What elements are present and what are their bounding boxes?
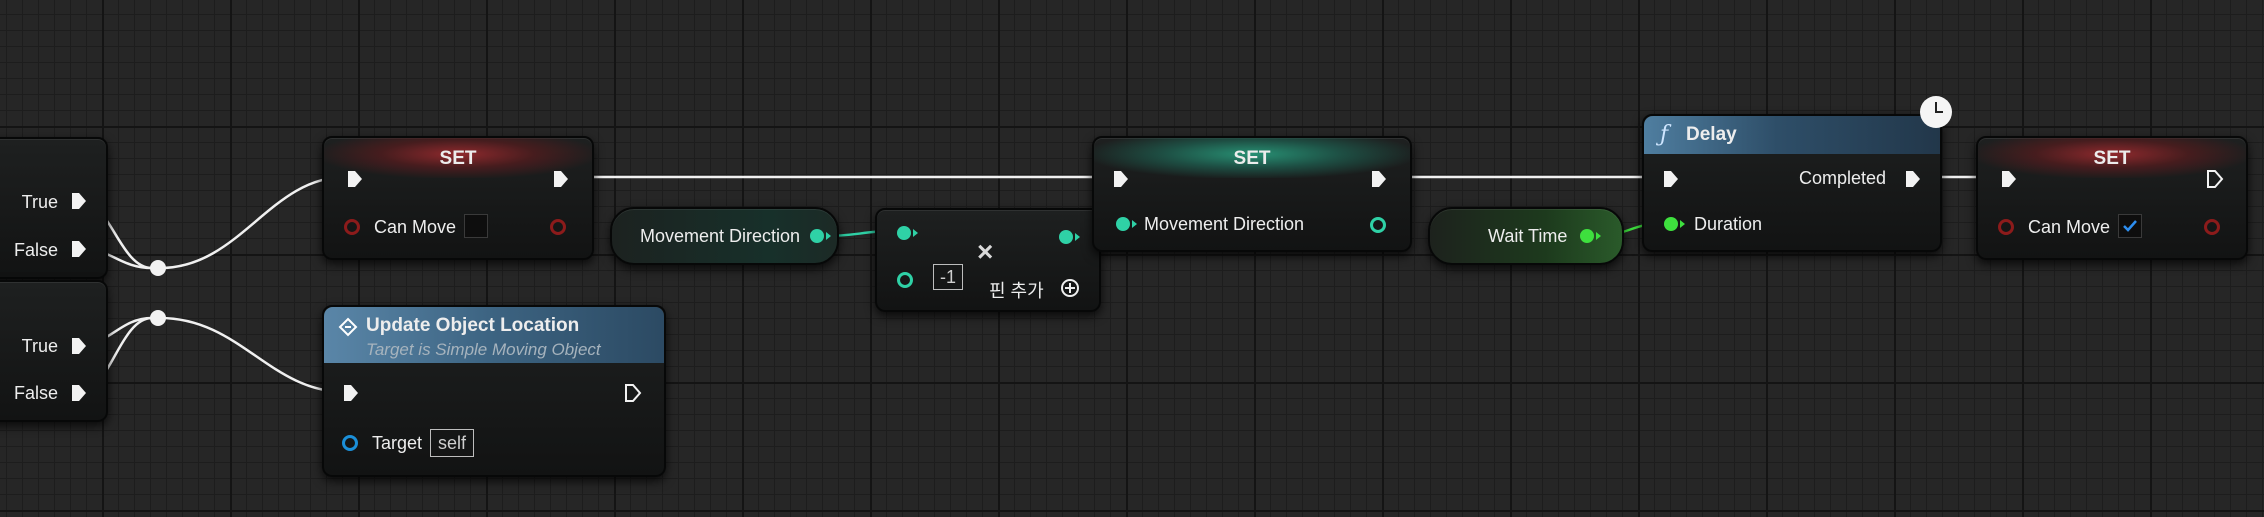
set-can-move-node[interactable]: SET Can Move (322, 136, 594, 260)
can-move-label: Can Move (374, 217, 457, 237)
add-pin-label: 핀 추가 (989, 281, 1044, 301)
multiplier-value-field[interactable]: -1 (933, 264, 964, 290)
vector-input-pin[interactable] (1116, 217, 1130, 231)
pin-arrow-icon (913, 229, 918, 237)
exec-out-pin[interactable] (552, 169, 570, 189)
bool-output-pin[interactable] (2204, 219, 2220, 235)
wait-time-label: Wait Time (1488, 226, 1568, 246)
multiply-icon: × (977, 236, 994, 267)
update-object-location-node[interactable]: Update Object Location Target is Simple … (322, 305, 666, 477)
pin-arrow-icon (1075, 233, 1080, 241)
target-label: Target (372, 433, 423, 453)
node-title: Delay (1686, 124, 1737, 145)
vector-output-pin[interactable] (810, 229, 824, 243)
multiply-node[interactable]: -1 × 핀 추가 (875, 208, 1101, 312)
exec-in-pin[interactable] (346, 169, 364, 189)
movement-direction-label: Movement Direction (1144, 214, 1305, 234)
object-input-pin[interactable] (342, 435, 358, 451)
reroute-node[interactable] (150, 260, 166, 276)
false-label: False (13, 383, 58, 403)
can-move-checkbox[interactable] (464, 214, 488, 238)
checkmark-icon (2123, 220, 2137, 232)
can-move-checkbox[interactable] (2118, 214, 2142, 238)
exec-wire (159, 316, 346, 394)
set-movement-direction-node[interactable]: SET Movement Direction (1092, 136, 1412, 252)
exec-out-pin[interactable] (70, 383, 88, 403)
float-input-pin[interactable] (1664, 217, 1678, 231)
false-label: False (13, 240, 58, 260)
vector-input-pin[interactable] (897, 226, 911, 240)
true-label: True (21, 192, 58, 212)
pin-arrow-icon (1132, 220, 1137, 228)
duration-label: Duration (1694, 214, 1763, 234)
exec-wire (159, 175, 346, 270)
branch-node[interactable]: True False (0, 137, 108, 279)
node-title: SET (439, 148, 477, 169)
target-self-field[interactable]: self (430, 429, 475, 457)
float-output-pin[interactable] (1580, 229, 1594, 243)
exec-in-pin[interactable] (2000, 169, 2018, 189)
function-icon: ƒ (1660, 122, 1669, 147)
completed-label: Completed (1798, 168, 1886, 188)
delay-node[interactable]: ƒ Delay Completed Duration (1642, 114, 1942, 252)
exec-out-pin[interactable] (70, 191, 88, 211)
bool-output-pin[interactable] (550, 219, 566, 235)
set-can-move-node[interactable]: SET Can Move (1976, 136, 2248, 260)
pin-arrow-icon (1596, 232, 1601, 240)
movement-direction-label: Movement Direction (640, 226, 801, 246)
node-title: Update Object Location (366, 315, 580, 336)
reroute-node[interactable] (150, 310, 166, 326)
exec-out-pin[interactable] (1370, 169, 1388, 189)
true-label: True (21, 336, 58, 356)
vector-output-pin[interactable] (1059, 230, 1073, 244)
exec-in-pin[interactable] (1662, 169, 1680, 189)
function-call-icon (338, 317, 358, 337)
get-movement-direction-node[interactable]: Movement Direction (610, 207, 839, 265)
exec-in-pin[interactable] (1112, 169, 1130, 189)
vector-output-pin[interactable] (1370, 217, 1386, 233)
node-title: SET (2093, 148, 2131, 169)
node-subtitle: Target is Simple Moving Object (366, 340, 601, 359)
branch-node[interactable]: True False (0, 280, 108, 422)
pin-arrow-icon (1680, 220, 1685, 228)
exec-in-pin[interactable] (342, 383, 360, 403)
exec-out-pin[interactable] (70, 336, 88, 356)
get-wait-time-node[interactable]: Wait Time (1428, 207, 1624, 265)
bool-input-pin[interactable] (1998, 219, 2014, 235)
can-move-label: Can Move (2028, 217, 2111, 237)
pin-arrow-icon (826, 232, 831, 240)
exec-out-pin[interactable] (624, 383, 642, 403)
float-input-pin[interactable] (897, 272, 913, 288)
exec-out-pin[interactable] (70, 239, 88, 259)
node-title: SET (1233, 148, 1271, 169)
add-pin-icon[interactable] (1060, 278, 1080, 298)
exec-out-pin[interactable] (2206, 169, 2224, 189)
exec-out-pin[interactable] (1904, 169, 1922, 189)
latent-clock-icon (1920, 96, 1952, 128)
bool-input-pin[interactable] (344, 219, 360, 235)
